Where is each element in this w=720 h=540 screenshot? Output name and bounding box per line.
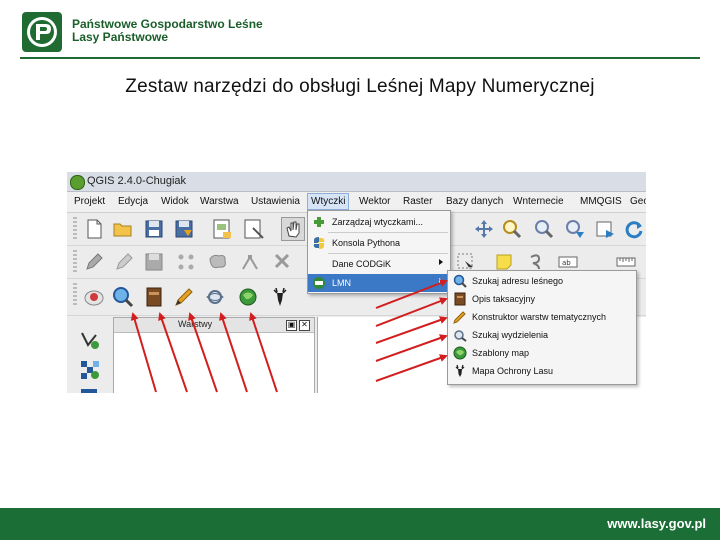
submenu-arrow-icon: [439, 259, 443, 265]
menu-item-szablony-map[interactable]: Szablony map: [448, 344, 636, 362]
menu-w-internecie[interactable]: Wnternecie: [513, 196, 564, 207]
slide-title: Zestaw narzędzi do obsługi Leśnej Mapy N…: [125, 76, 595, 97]
menu-separator: [328, 232, 448, 233]
header-divider: [20, 57, 700, 59]
left-vertical-toolbar: [67, 317, 111, 393]
new-print-composer-icon[interactable]: [211, 218, 233, 240]
map-template-icon: [453, 346, 467, 360]
menu-separator: [328, 253, 448, 254]
lasy-panstwowe-logo-icon: [22, 12, 62, 52]
menu-item-dane-codgik[interactable]: Dane CODGiK: [308, 255, 450, 273]
menu-item-python-console[interactable]: Konsola Pythona: [308, 234, 450, 252]
add-layer-icon[interactable]: [79, 387, 101, 393]
zoom-layer-icon[interactable]: [564, 218, 586, 240]
deer-icon: [455, 364, 465, 377]
menu-mmqgis[interactable]: MMQGIS: [580, 196, 622, 207]
menu-warstwa[interactable]: Warstwa: [200, 196, 239, 207]
layer-builder-pencil-icon[interactable]: [173, 286, 195, 308]
search-parcel-icon: [454, 330, 467, 342]
python-icon: [313, 237, 325, 249]
zoom-out-icon[interactable]: [533, 218, 555, 240]
menu-edycja[interactable]: Edycja: [118, 196, 148, 207]
menu-widok[interactable]: Widok: [161, 196, 189, 207]
menu-wektor[interactable]: Wektor: [359, 196, 391, 207]
menu-ustawienia[interactable]: Ustawienia: [251, 196, 300, 207]
qgis-icon: [70, 175, 85, 190]
toolbar-grip[interactable]: [73, 283, 77, 307]
toolbar-grip[interactable]: [73, 217, 77, 241]
book-icon: [454, 292, 466, 306]
taxation-book-icon[interactable]: [143, 286, 165, 308]
pencil-icon: [453, 311, 466, 324]
save-project-icon[interactable]: [143, 218, 165, 240]
qgis-screenshot: QGIS 2.4.0-Chugiak Projekt Edycja Widok …: [67, 172, 646, 393]
forest-address-search-icon[interactable]: [112, 286, 134, 308]
toolbar-grip[interactable]: [73, 250, 77, 274]
submenu-arrow-icon: [439, 278, 443, 284]
lmn-submenu: Szukaj adresu leśnego Opis taksacyjny Ko…: [447, 270, 637, 385]
plugins-menu-dropdown: Zarządzaj wtyczkami... Konsola Pythona D…: [307, 210, 451, 294]
add-vector-layer-icon[interactable]: [79, 329, 101, 351]
lmn-icon: [313, 277, 325, 289]
save-as-icon[interactable]: [173, 218, 195, 240]
menu-item-lmn[interactable]: LMN: [308, 274, 450, 292]
menu-item-szukaj-wydzielenia[interactable]: Szukaj wydzielenia: [448, 326, 636, 344]
menu-bazy-danych[interactable]: Bazy danych: [446, 196, 503, 207]
menu-item-mapa-ochrony-lasu[interactable]: Mapa Ochrony Lasu: [448, 362, 636, 380]
node-tool-icon[interactable]: [239, 251, 261, 273]
add-raster-layer-icon[interactable]: [79, 359, 101, 381]
layers-panel-header: Warstwy ▣ ✕: [114, 318, 314, 333]
toggle-editing-icon[interactable]: [113, 251, 135, 273]
float-panel-icon[interactable]: ▣: [286, 320, 297, 331]
parcel-search-icon[interactable]: [205, 286, 227, 308]
organization-name: Państwowe Gospodarstwo Leśne: [72, 17, 263, 31]
composer-manager-icon[interactable]: [243, 218, 265, 240]
menu-projekt[interactable]: Projekt: [74, 196, 105, 207]
footer-bar: www.lasy.gov.pl: [0, 508, 720, 540]
menu-raster[interactable]: Raster: [403, 196, 432, 207]
menu-item-opis-taksacyjny[interactable]: Opis taksacyjny: [448, 290, 636, 308]
refresh-icon[interactable]: [623, 218, 645, 240]
open-project-icon[interactable]: [112, 218, 134, 240]
magnifier-icon: [453, 274, 467, 288]
layers-panel: Warstwy ▣ ✕: [113, 317, 315, 393]
save-edits-icon[interactable]: [143, 251, 165, 273]
menu-wtyczki[interactable]: Wtyczki: [307, 193, 350, 210]
menu-item-konstruktor-warstw[interactable]: Konstruktor warstw tematycznych: [448, 308, 636, 326]
layers-panel-title: Warstwy: [178, 319, 213, 329]
new-project-icon[interactable]: [83, 218, 105, 240]
footer-url[interactable]: www.lasy.gov.pl: [607, 516, 706, 531]
close-panel-icon[interactable]: ✕: [299, 320, 310, 331]
organization-subname: Lasy Państwowe: [72, 30, 169, 44]
svg-text:ab: ab: [562, 259, 571, 267]
window-titlebar: QGIS 2.4.0-Chugiak: [67, 172, 646, 192]
menu-item-manage-plugins[interactable]: Zarządzaj wtyczkami...: [308, 213, 450, 231]
map-templates-icon[interactable]: [237, 286, 259, 308]
window-title: QGIS 2.4.0-Chugiak: [87, 175, 187, 187]
forest-protection-deer-icon[interactable]: [269, 286, 291, 308]
add-feature-icon[interactable]: [175, 251, 197, 273]
delete-selected-icon[interactable]: [271, 251, 293, 273]
plugin-icon: [314, 217, 324, 227]
lmn-config-icon[interactable]: [83, 286, 105, 308]
zoom-in-icon[interactable]: [501, 218, 523, 240]
menu-geo[interactable]: Geo: [630, 196, 646, 207]
add-polygon-icon[interactable]: [207, 251, 229, 273]
zoom-last-icon[interactable]: [594, 218, 616, 240]
edit-pencil-icon[interactable]: [83, 251, 105, 273]
menu-item-szukaj-adresu-lesnego[interactable]: Szukaj adresu leśnego: [448, 272, 636, 290]
pan-map-icon[interactable]: [473, 218, 495, 240]
pan-hand-icon[interactable]: [281, 217, 305, 241]
